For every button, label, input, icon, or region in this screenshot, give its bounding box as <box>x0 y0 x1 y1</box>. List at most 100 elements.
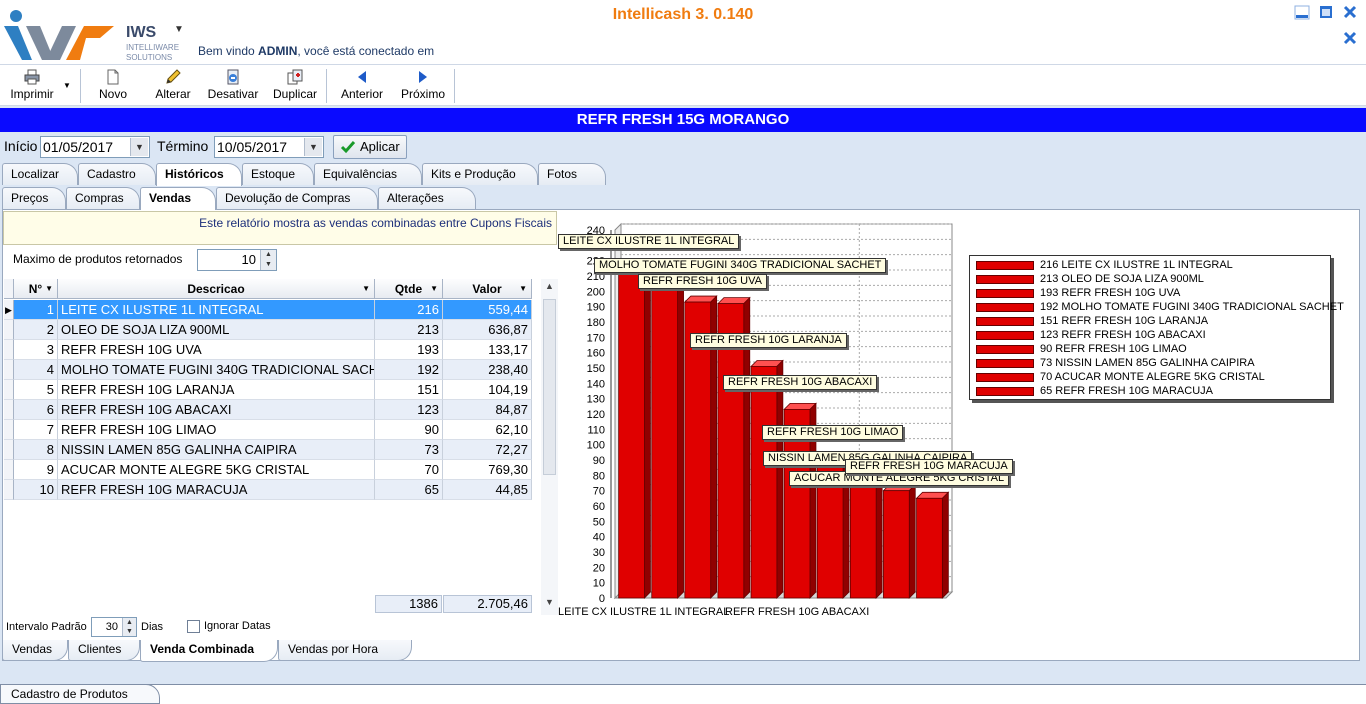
edit-button[interactable]: Alterar <box>148 65 198 107</box>
tab-fotos[interactable]: Fotos <box>538 163 606 185</box>
sort-arrow-icon[interactable]: ▼ <box>362 279 370 298</box>
table-row[interactable]: 8 NISSIN LAMEN 85G GALINHA CAIPIRA 73 72,27 <box>4 440 532 460</box>
tab-devolucao-compras[interactable]: Devolução de Compras <box>216 187 378 209</box>
row-indicator[interactable] <box>4 460 14 480</box>
chart-legend: 216 LEITE CX ILUSTRE 1L INTEGRAL 213 OLEO… <box>969 255 1344 400</box>
current-row-indicator-icon[interactable]: ▶ <box>4 300 14 320</box>
table-row[interactable]: 2 OLEO DE SOJA LIZA 900ML 213 636,87 <box>4 320 532 340</box>
status-strip <box>0 664 1366 684</box>
table-row[interactable]: 3 REFR FRESH 10G UVA 193 133,17 <box>4 340 532 360</box>
sort-arrow-icon[interactable]: ▼ <box>430 279 438 298</box>
logo-text: IWS <box>126 24 157 41</box>
table-row[interactable]: 9 ACUCAR MONTE ALEGRE 5KG CRISTAL 70 769,30 <box>4 460 532 480</box>
bar-8[interactable] <box>849 485 877 599</box>
bar-10[interactable] <box>916 497 943 599</box>
y-tick-label: 50 <box>593 516 605 528</box>
bar-5[interactable] <box>750 366 778 599</box>
tab-localizar[interactable]: Localizar <box>2 163 78 185</box>
legend-swatch <box>976 302 1034 312</box>
tab-cadastro[interactable]: Cadastro <box>78 163 156 185</box>
tab-alteracoes[interactable]: Alterações <box>378 187 476 209</box>
tab-historicos[interactable]: Históricos <box>156 163 242 186</box>
y-tick-label: 10 <box>593 578 605 590</box>
legend-item: 151 REFR FRESH 10G LARANJA <box>976 314 1208 328</box>
arrow-right-icon <box>419 71 427 83</box>
tab-compras[interactable]: Compras <box>66 187 140 209</box>
close-form-icon[interactable] <box>1342 30 1358 46</box>
tab-clientes[interactable]: Clientes <box>68 640 140 661</box>
legend-item: 193 REFR FRESH 10G UVA <box>976 286 1180 300</box>
apply-button[interactable]: Aplicar <box>333 135 407 159</box>
row-indicator[interactable] <box>4 420 14 440</box>
bar-2[interactable] <box>651 271 678 599</box>
print-options-dropdown[interactable]: ▼ <box>60 65 76 107</box>
spin-buttons[interactable]: ▲ ▼ <box>122 618 136 636</box>
scrollbar-thumb[interactable] <box>543 299 556 475</box>
close-icon[interactable] <box>1342 4 1358 20</box>
table-row[interactable]: 6 REFR FRESH 10G ABACAXI 123 84,87 <box>4 400 532 420</box>
tab-vendas-bottom[interactable]: Vendas <box>2 640 68 661</box>
combined-sales-grid: N° ▼ Descricao ▼ Qtde ▼ Valor ▼ ▶ 1 LEITE CX I… <box>4 279 532 501</box>
bar-side <box>875 479 883 599</box>
print-button[interactable]: Imprimir <box>4 65 60 107</box>
tab-vendas[interactable]: Vendas <box>140 187 216 210</box>
row-indicator[interactable] <box>4 440 14 460</box>
minimize-icon[interactable] <box>1294 4 1310 20</box>
tab-equivalencias[interactable]: Equivalências <box>314 163 422 185</box>
table-row[interactable]: 10 REFR FRESH 10G MARACUJA 65 44,85 <box>4 480 532 500</box>
y-tick-label: 130 <box>587 394 605 406</box>
sort-arrow-icon[interactable]: ▼ <box>45 279 53 298</box>
end-date-picker[interactable]: 10/05/2017 ▼ <box>214 136 324 158</box>
table-row[interactable]: 5 REFR FRESH 10G LARANJA 151 104,19 <box>4 380 532 400</box>
row-indicator[interactable] <box>4 400 14 420</box>
cell-value: 44,85 <box>443 480 532 500</box>
scroll-up-icon[interactable]: ▲ <box>543 281 556 295</box>
bar-9[interactable] <box>883 490 910 599</box>
column-header-quantity[interactable]: Qtde ▼ <box>375 279 443 299</box>
legend-item: 213 OLEO DE SOJA LIZA 900ML <box>976 272 1204 286</box>
grid-scrollbar[interactable]: ▲ ▼ <box>541 279 558 615</box>
calendar-dropdown-icon[interactable]: ▼ <box>304 138 322 156</box>
bar-side <box>776 359 784 599</box>
column-header-description[interactable]: Descricao ▼ <box>58 279 375 299</box>
y-tick-label: 140 <box>587 378 605 390</box>
bar-1[interactable] <box>618 266 645 599</box>
column-header-number[interactable]: N° ▼ <box>14 279 58 299</box>
table-row[interactable]: ▶ 1 LEITE CX ILUSTRE 1L INTEGRAL 216 559,44 <box>4 300 532 320</box>
row-indicator[interactable] <box>4 360 14 380</box>
logo-menu-dropdown[interactable]: ▼ <box>174 24 184 35</box>
calendar-dropdown-icon[interactable]: ▼ <box>130 138 148 156</box>
end-date-value: 10/05/2017 <box>217 139 288 155</box>
previous-button[interactable]: Anterior <box>336 65 388 107</box>
sort-arrow-icon[interactable]: ▼ <box>519 279 527 298</box>
tab-vendas-por-hora[interactable]: Vendas por Hora <box>278 640 412 661</box>
row-indicator[interactable] <box>4 380 14 400</box>
cell-quantity: 151 <box>375 380 443 400</box>
next-button[interactable]: Próximo <box>396 65 450 107</box>
form-tab-cadastro-produtos[interactable]: Cadastro de Produtos <box>0 684 160 704</box>
deactivate-button[interactable]: Desativar <box>204 65 262 107</box>
toolbar-separator <box>80 69 81 103</box>
tab-precos[interactable]: Preços <box>2 187 66 209</box>
tab-estoque[interactable]: Estoque <box>242 163 314 185</box>
bar-annotation: REFR FRESH 10G UVA <box>638 274 767 289</box>
table-row[interactable]: 4 MOLHO TOMATE FUGINI 340G TRADICIONAL SA… <box>4 360 532 380</box>
row-indicator[interactable] <box>4 480 14 500</box>
column-header-value[interactable]: Valor ▼ <box>443 279 532 299</box>
spin-buttons[interactable]: ▲ ▼ <box>260 250 276 270</box>
maximize-icon[interactable] <box>1318 4 1334 20</box>
tab-venda-combinada[interactable]: Venda Combinada <box>140 640 278 662</box>
table-row[interactable]: 7 REFR FRESH 10G LIMAO 90 62,10 <box>4 420 532 440</box>
duplicate-button[interactable]: Duplicar <box>268 65 322 107</box>
legend-swatch <box>976 344 1034 354</box>
start-date-picker[interactable]: 01/05/2017 ▼ <box>40 136 150 158</box>
row-indicator[interactable] <box>4 320 14 340</box>
cell-quantity: 90 <box>375 420 443 440</box>
interval-stepper[interactable]: 30 ▲ ▼ <box>91 617 137 637</box>
new-button[interactable]: Novo <box>92 65 134 107</box>
scroll-down-icon[interactable]: ▼ <box>543 597 556 611</box>
max-products-stepper[interactable]: 10 ▲ ▼ <box>197 249 277 271</box>
tab-kits-producao[interactable]: Kits e Produção <box>422 163 538 185</box>
ignore-dates-checkbox[interactable] <box>187 620 200 633</box>
row-indicator[interactable] <box>4 340 14 360</box>
